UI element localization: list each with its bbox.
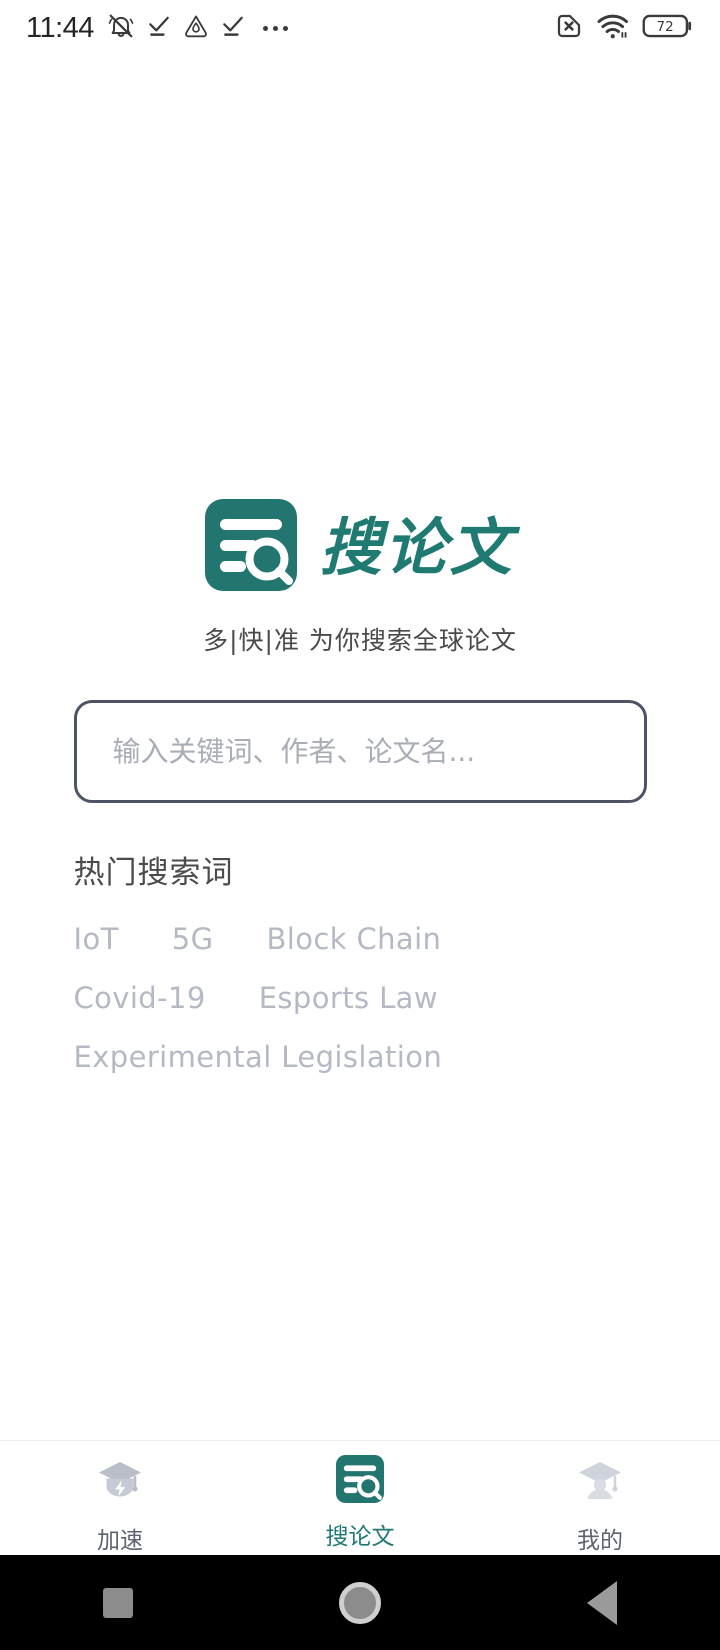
hot-search-tag[interactable]: Block Chain: [266, 922, 441, 956]
graduation-cap-bolt-icon: [94, 1455, 146, 1512]
bottom-tab-bar: 加速 搜论文 我的: [0, 1440, 720, 1555]
check-underline-icon: [220, 13, 246, 44]
android-nav-bar: [0, 1555, 720, 1650]
check-underline-icon: [146, 13, 172, 44]
app-screen: 11:44 72 搜论文 多|快|准 为你搜索全球论文 输入关键词、作者、论文名…: [0, 0, 720, 1650]
bell-muted-icon: [107, 12, 135, 45]
hot-search-tag[interactable]: 5G: [172, 922, 214, 956]
tab-label-accelerate: 加速: [97, 1528, 143, 1554]
hot-search-tag[interactable]: Experimental Legislation: [74, 1040, 443, 1074]
document-search-icon: [336, 1455, 384, 1508]
hot-search-title: 热门搜索词: [73, 855, 234, 891]
water-drop-icon: [183, 13, 209, 44]
tab-mine[interactable]: 我的: [480, 1455, 720, 1555]
battery-icon: 72: [642, 12, 694, 45]
tab-label-mine: 我的: [577, 1528, 623, 1554]
battery-level-text: 72: [657, 20, 674, 35]
hot-search-tag[interactable]: Esports Law: [259, 981, 438, 1015]
status-bar: 11:44 72: [0, 0, 720, 56]
hot-search-tag[interactable]: IoT: [74, 922, 119, 956]
wifi-icon: [597, 11, 629, 46]
tab-accelerate[interactable]: 加速: [0, 1455, 240, 1555]
hot-search-tag[interactable]: Covid-19: [74, 981, 206, 1015]
overflow-dots-icon: [262, 25, 288, 31]
status-bar-right: 72: [554, 11, 694, 46]
brand-header: 搜论文: [205, 499, 514, 596]
brand-tagline: 多|快|准 为你搜索全球论文: [203, 626, 517, 655]
search-input[interactable]: [112, 735, 608, 768]
brand-title: 搜论文: [319, 510, 515, 584]
tab-label-search-paper: 搜论文: [325, 1524, 395, 1550]
recents-square-icon[interactable]: [103, 1587, 133, 1618]
home-circle-icon[interactable]: [339, 1581, 381, 1624]
back-triangle-icon[interactable]: [587, 1580, 617, 1625]
hot-search-tag-list: IoT 5G Block Chain Covid-19 Esports Law …: [74, 922, 614, 1074]
graduation-cap-user-icon: [574, 1455, 626, 1512]
search-box[interactable]: [73, 700, 647, 803]
search-section: [73, 700, 647, 803]
status-bar-clock: 11:44: [26, 11, 94, 44]
document-search-logo-icon: [205, 499, 298, 596]
status-bar-left: 11:44: [26, 12, 288, 45]
hot-search-section: 热门搜索词 IoT 5G Block Chain Covid-19 Esport…: [74, 847, 647, 1074]
main-content: 搜论文 多|快|准 为你搜索全球论文 热门搜索词 IoT 5G Block Ch…: [0, 56, 720, 1440]
tab-search-paper[interactable]: 搜论文: [240, 1455, 480, 1551]
no-sim-icon: [554, 11, 584, 46]
